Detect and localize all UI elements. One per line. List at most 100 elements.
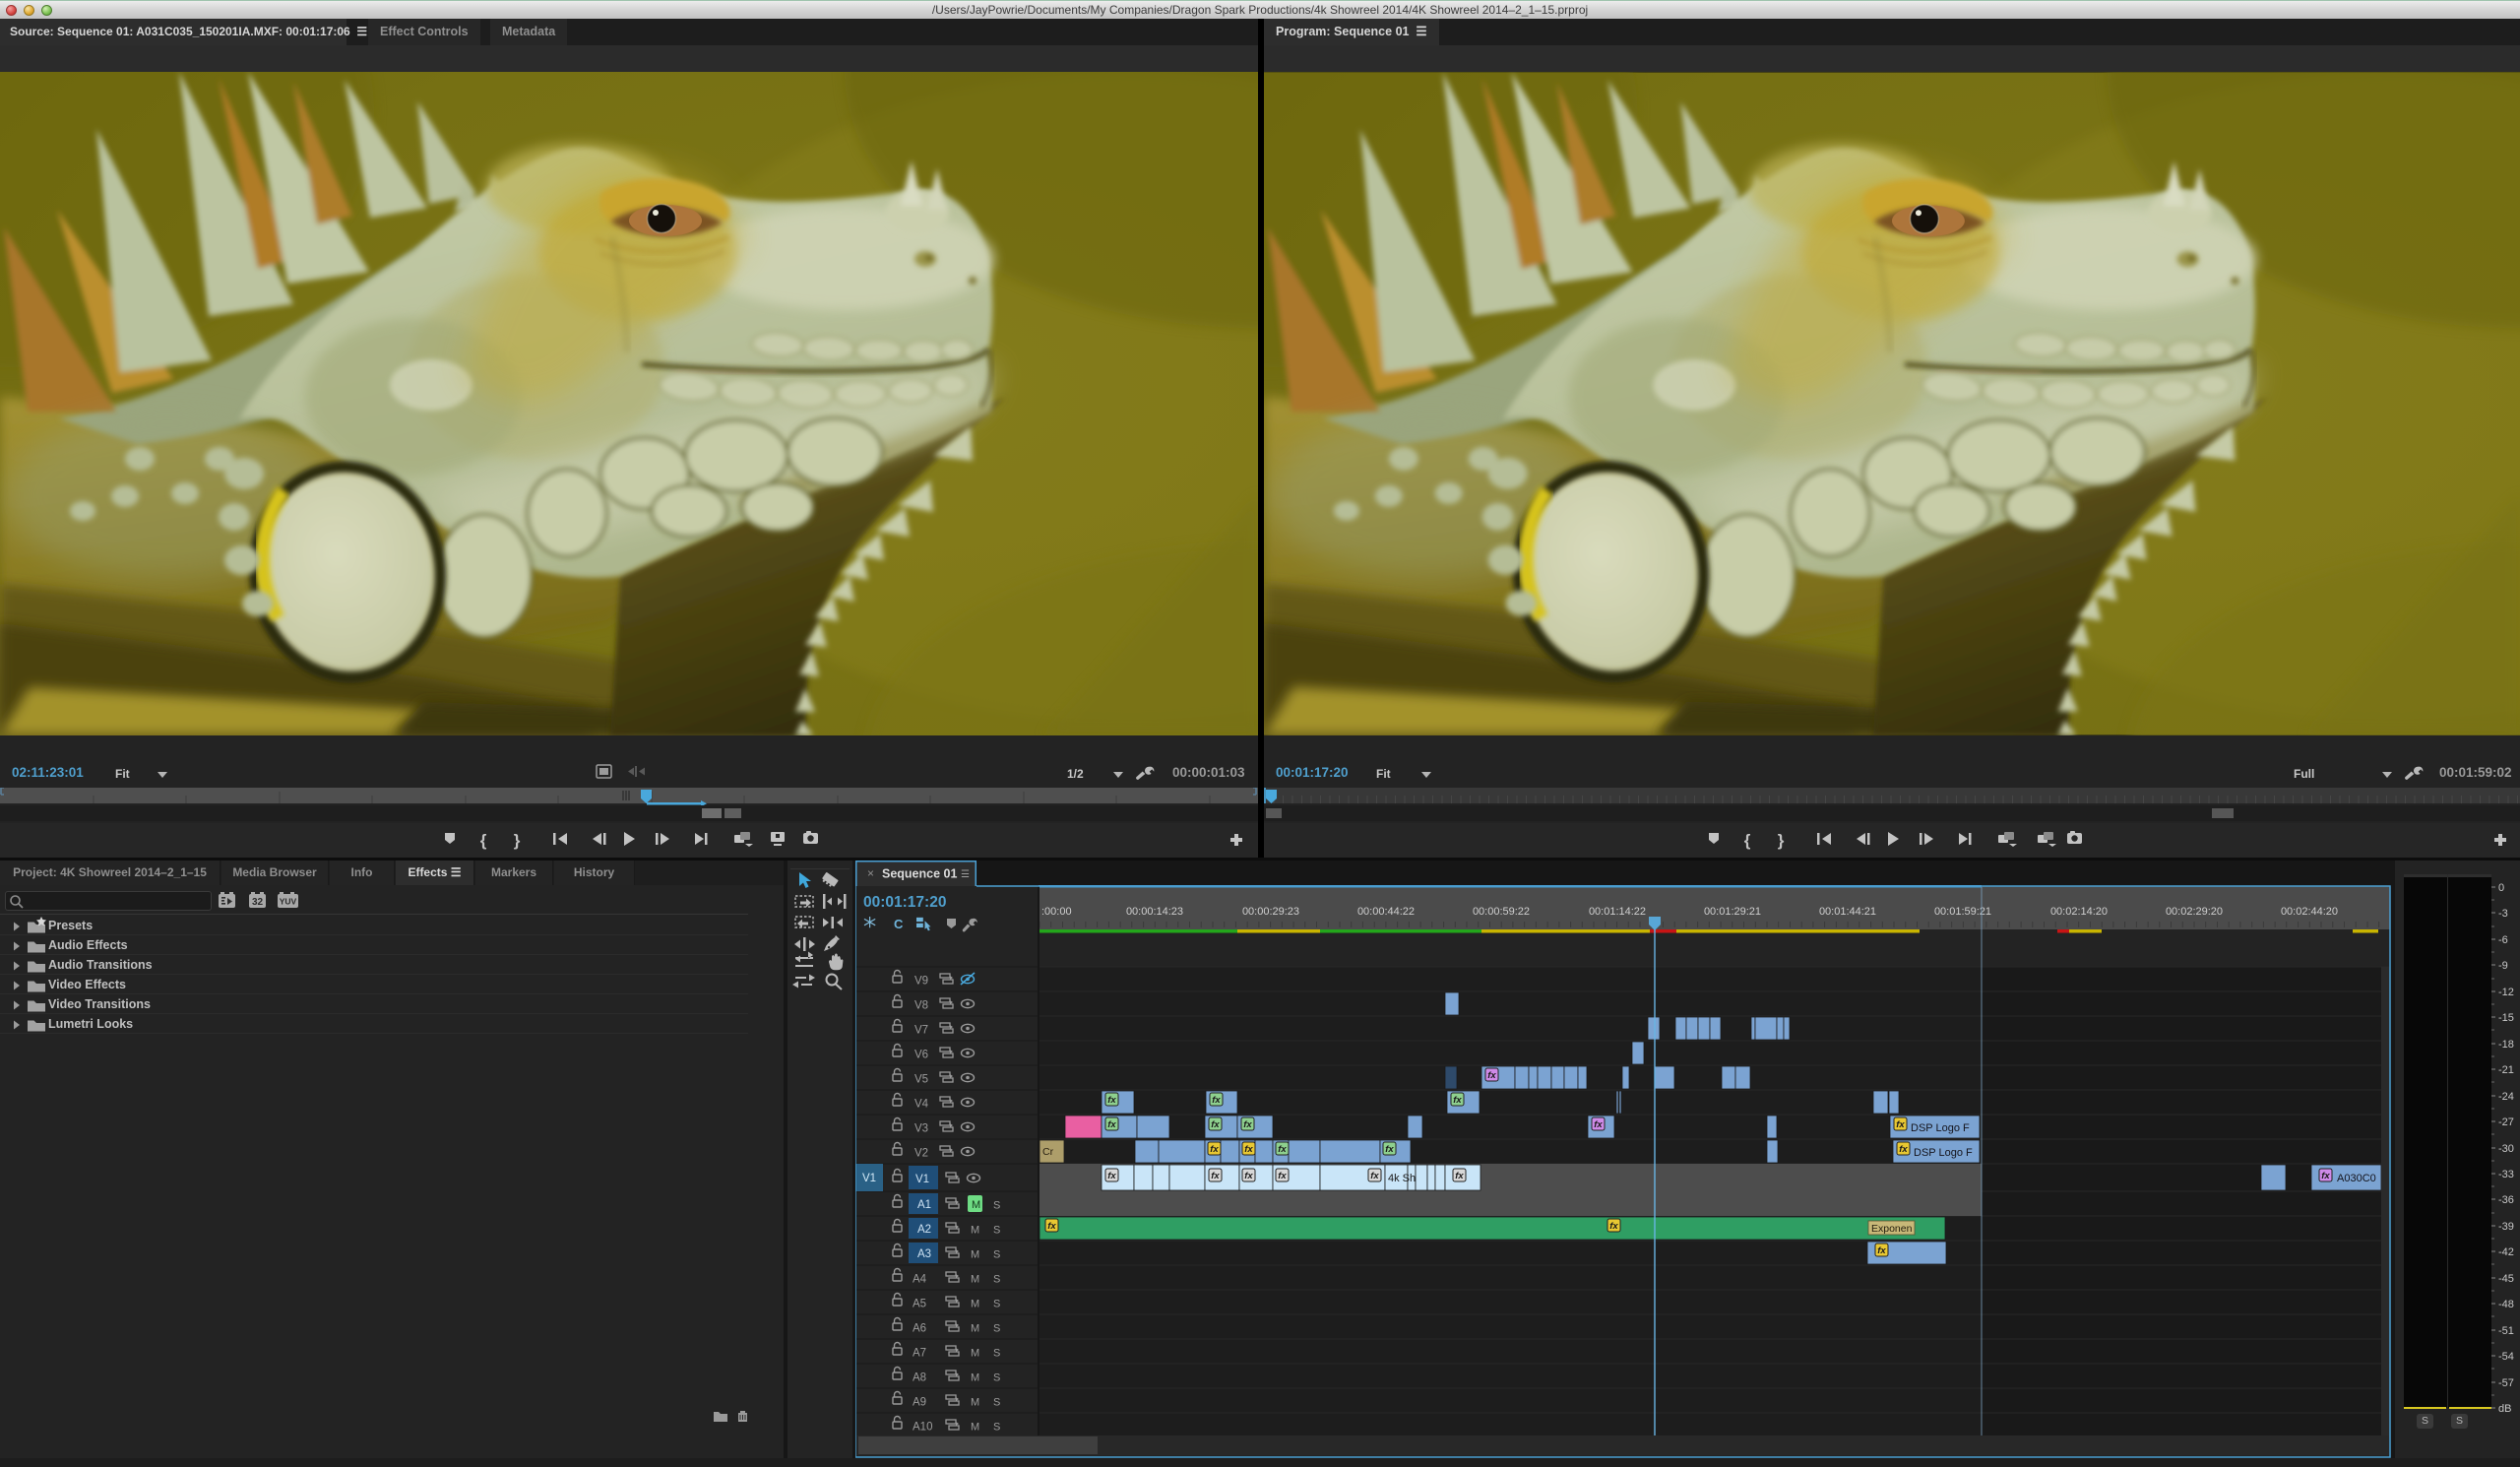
svg-text:-45: -45 xyxy=(2498,1273,2514,1285)
svg-text:V3: V3 xyxy=(914,1123,928,1135)
svg-text:00:00:59:22: 00:00:59:22 xyxy=(1473,906,1530,918)
svg-text:YUV: YUV xyxy=(280,897,297,907)
svg-text:-12: -12 xyxy=(2498,987,2514,998)
svg-text:V9: V9 xyxy=(914,976,928,988)
svg-text:4k Sh: 4k Sh xyxy=(1388,1173,1416,1184)
svg-text:☰: ☰ xyxy=(961,869,970,880)
svg-text:fx: fx xyxy=(1453,1095,1462,1106)
svg-text:-15: -15 xyxy=(2498,1012,2514,1024)
svg-text:fx: fx xyxy=(1047,1221,1056,1232)
svg-text:S: S xyxy=(993,1372,1000,1384)
svg-text:fx: fx xyxy=(1107,1171,1116,1181)
svg-text:fx: fx xyxy=(1896,1119,1905,1130)
svg-text:A8: A8 xyxy=(913,1372,926,1384)
svg-text:fx: fx xyxy=(1210,1144,1219,1155)
svg-text:-3: -3 xyxy=(2498,908,2508,920)
svg-text:V4: V4 xyxy=(914,1099,929,1111)
svg-text:V1: V1 xyxy=(915,1174,929,1185)
svg-text:-54: -54 xyxy=(2498,1351,2514,1363)
svg-text:-6: -6 xyxy=(2498,934,2508,946)
svg-text:S: S xyxy=(993,1323,1000,1335)
svg-text:M: M xyxy=(971,1348,979,1360)
svg-text:DSP Logo F: DSP Logo F xyxy=(1914,1147,1973,1159)
svg-text:-27: -27 xyxy=(2498,1116,2514,1128)
svg-text:00:01:59:21: 00:01:59:21 xyxy=(1934,906,1991,918)
svg-text:V8: V8 xyxy=(914,1000,928,1012)
svg-text:00:02:14:20: 00:02:14:20 xyxy=(2050,906,2108,918)
svg-text:fx: fx xyxy=(1244,1171,1253,1181)
svg-text:V6: V6 xyxy=(914,1050,928,1061)
svg-text::00:00: :00:00 xyxy=(1041,906,1072,918)
svg-text:Sequence 01: Sequence 01 xyxy=(882,867,957,881)
svg-text:fx: fx xyxy=(1107,1095,1116,1106)
svg-text:00:01:14:22: 00:01:14:22 xyxy=(1589,906,1646,918)
svg-text:32: 32 xyxy=(252,897,264,908)
svg-text:M: M xyxy=(971,1397,979,1409)
svg-text:}: } xyxy=(1778,831,1785,850)
svg-text:V7: V7 xyxy=(914,1025,928,1037)
svg-text:V5: V5 xyxy=(914,1074,928,1086)
svg-text:dB: dB xyxy=(2498,1403,2511,1415)
svg-text:-36: -36 xyxy=(2498,1194,2514,1206)
svg-text:S: S xyxy=(993,1422,1000,1434)
svg-text:S: S xyxy=(993,1200,1000,1212)
svg-text:DSP Logo F: DSP Logo F xyxy=(1911,1122,1970,1134)
svg-text:A1: A1 xyxy=(917,1199,931,1211)
svg-text:00:00:14:23: 00:00:14:23 xyxy=(1126,906,1183,918)
svg-text:fx: fx xyxy=(1211,1171,1220,1181)
svg-text:fx: fx xyxy=(1370,1171,1379,1181)
svg-text:00:01:17:20: 00:01:17:20 xyxy=(863,894,946,911)
svg-text:C: C xyxy=(894,917,904,931)
svg-text:-21: -21 xyxy=(2498,1064,2514,1076)
svg-text:fx: fx xyxy=(1212,1095,1221,1106)
svg-text:fx: fx xyxy=(1243,1119,1252,1130)
svg-text:M: M xyxy=(971,1274,979,1286)
svg-text:-18: -18 xyxy=(2498,1039,2514,1051)
svg-text:-42: -42 xyxy=(2498,1246,2514,1258)
svg-text:×: × xyxy=(867,866,874,880)
svg-text:A2: A2 xyxy=(917,1224,931,1236)
svg-text:A6: A6 xyxy=(913,1323,926,1335)
svg-text:-51: -51 xyxy=(2498,1325,2514,1337)
svg-text:-33: -33 xyxy=(2498,1169,2514,1180)
svg-text:-9: -9 xyxy=(2498,960,2508,972)
svg-text:{: { xyxy=(480,831,487,850)
svg-text:S: S xyxy=(993,1299,1000,1310)
svg-text:fx: fx xyxy=(1211,1119,1220,1130)
svg-text:S: S xyxy=(993,1274,1000,1286)
svg-text:V2: V2 xyxy=(914,1148,928,1160)
svg-text:M: M xyxy=(971,1299,979,1310)
svg-text:fx: fx xyxy=(1278,1144,1287,1155)
svg-text:{: { xyxy=(1744,831,1751,850)
svg-text:00:01:29:21: 00:01:29:21 xyxy=(1704,906,1761,918)
svg-text:00:01:44:21: 00:01:44:21 xyxy=(1819,906,1876,918)
svg-text:A3: A3 xyxy=(917,1248,931,1260)
svg-text:S: S xyxy=(993,1249,1000,1261)
svg-text:A4: A4 xyxy=(913,1274,927,1286)
svg-text:0: 0 xyxy=(2498,882,2504,894)
svg-text:A9: A9 xyxy=(913,1397,926,1409)
svg-text:-39: -39 xyxy=(2498,1221,2514,1233)
svg-text:Exponen: Exponen xyxy=(1871,1223,1913,1235)
svg-text:fx: fx xyxy=(1609,1221,1618,1232)
svg-text:S: S xyxy=(993,1348,1000,1360)
svg-text:00:02:44:20: 00:02:44:20 xyxy=(2281,906,2338,918)
svg-text:fx: fx xyxy=(1594,1119,1603,1130)
svg-text:M: M xyxy=(971,1323,979,1335)
svg-text:V1: V1 xyxy=(862,1173,876,1184)
svg-text:}: } xyxy=(514,831,521,850)
svg-text:fx: fx xyxy=(1455,1171,1464,1181)
svg-text:M: M xyxy=(971,1225,979,1237)
svg-text:-30: -30 xyxy=(2498,1143,2514,1155)
svg-text:fx: fx xyxy=(1278,1171,1287,1181)
svg-text:fx: fx xyxy=(1385,1144,1394,1155)
svg-text:fx: fx xyxy=(1107,1119,1116,1130)
svg-text:Cr: Cr xyxy=(1042,1146,1054,1158)
svg-text:fx: fx xyxy=(1244,1144,1253,1155)
svg-text:-57: -57 xyxy=(2498,1377,2514,1389)
svg-text:S: S xyxy=(993,1225,1000,1237)
svg-text:A10: A10 xyxy=(913,1422,932,1434)
svg-text:S: S xyxy=(993,1397,1000,1409)
svg-text:M: M xyxy=(971,1422,979,1434)
svg-text:M: M xyxy=(971,1372,979,1384)
